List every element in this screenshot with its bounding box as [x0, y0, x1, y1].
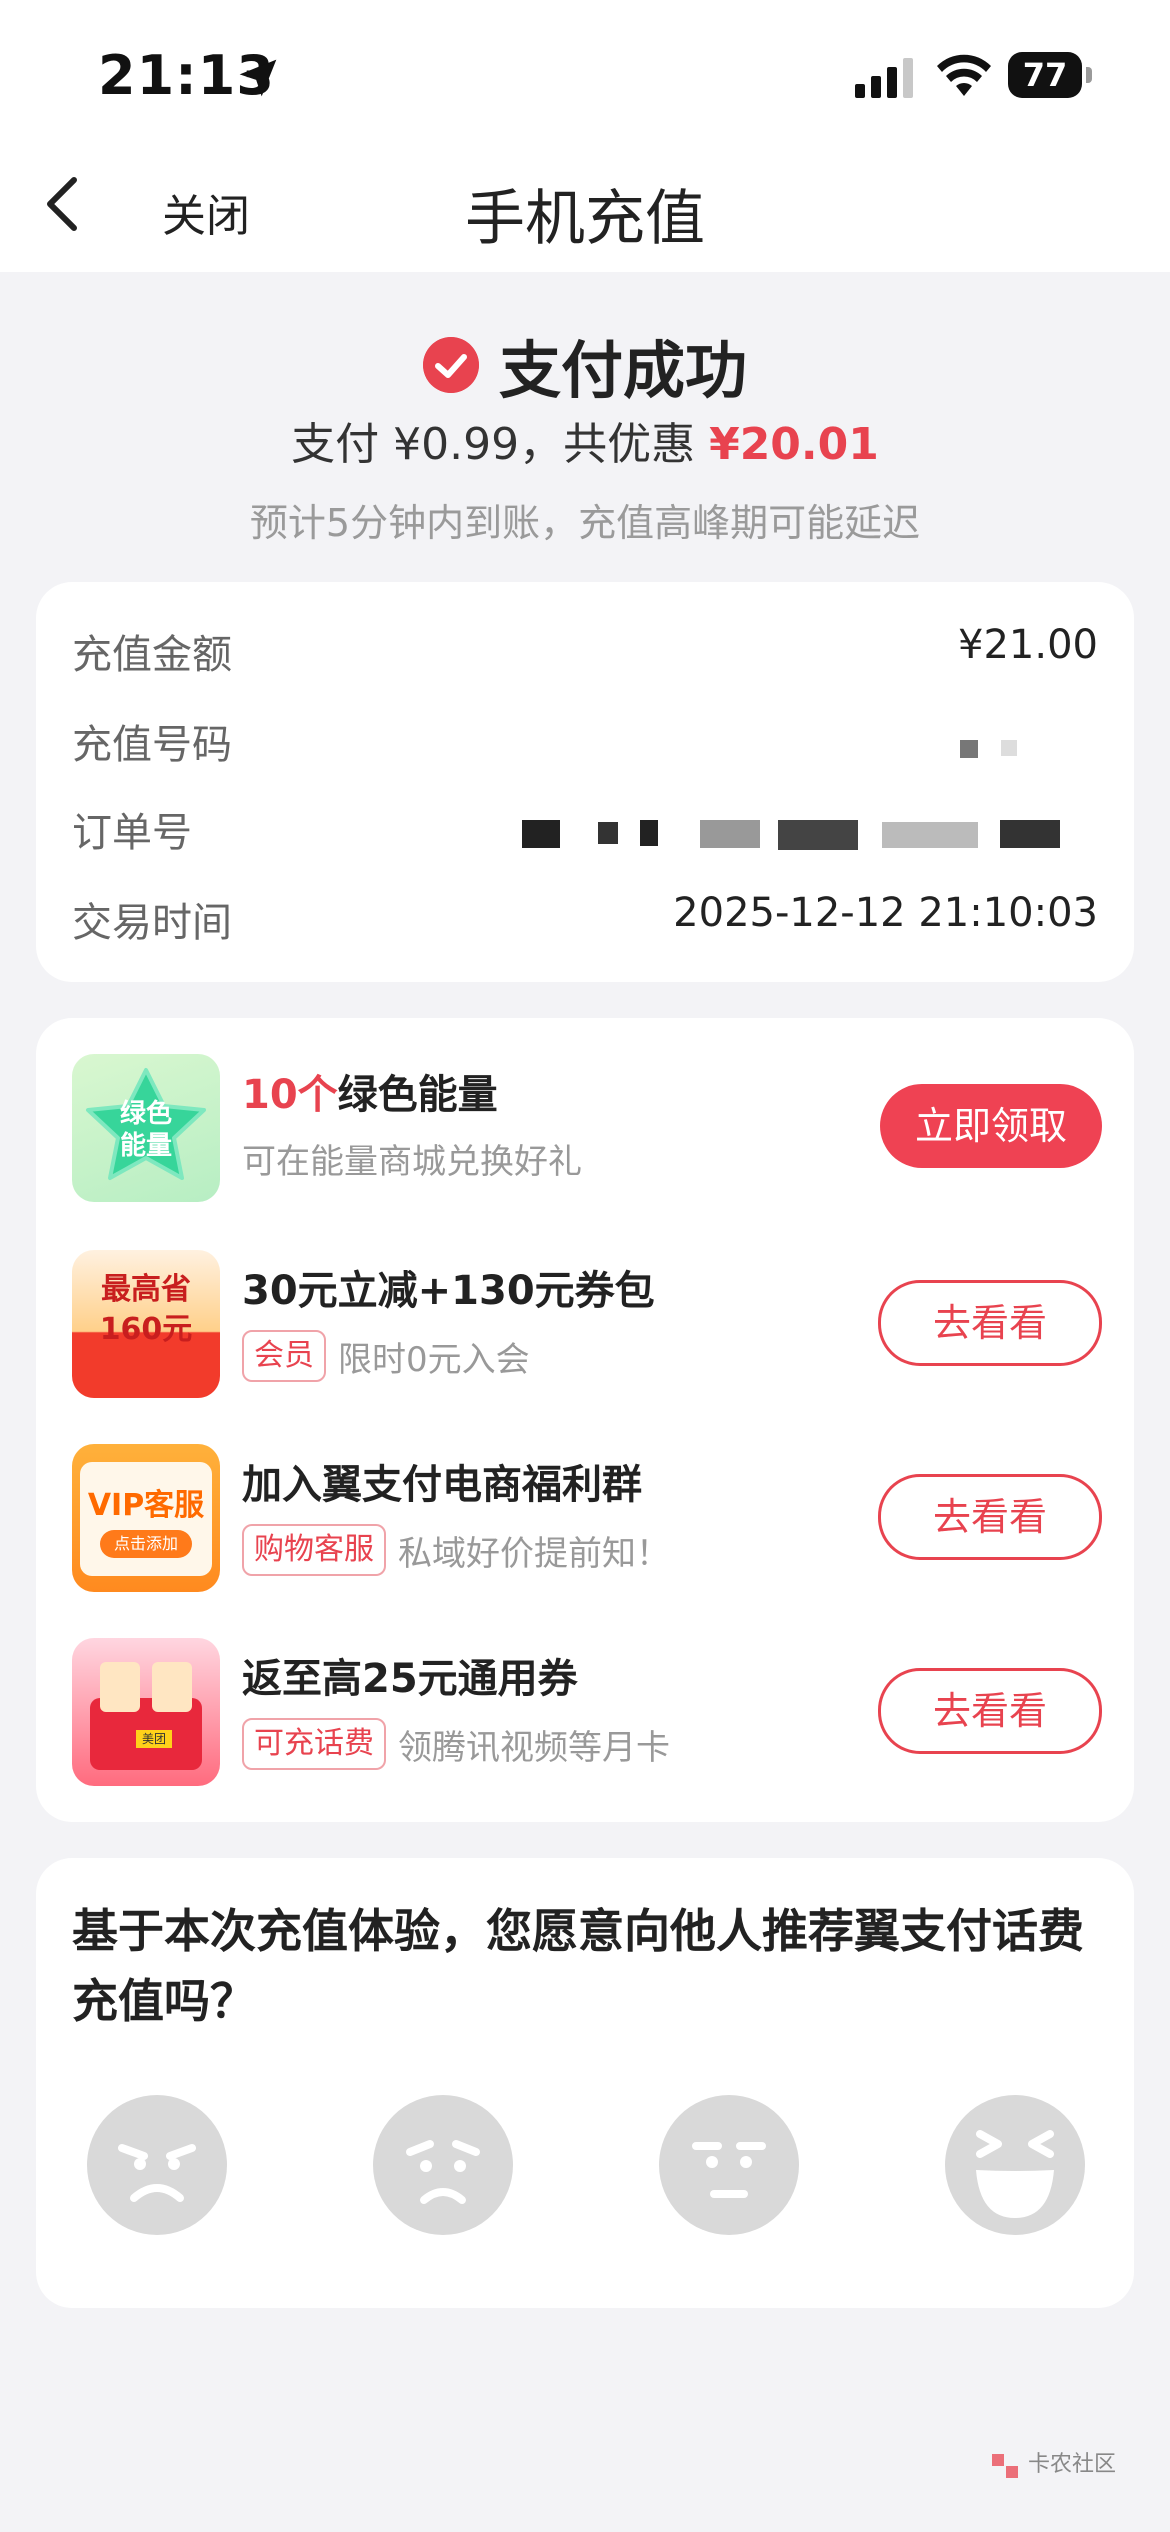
promo-title: 10个绿色能量: [242, 1062, 498, 1120]
view-button[interactable]: 去看看: [878, 1474, 1102, 1560]
battery-level: 77: [1008, 52, 1082, 98]
promo-title: 加入翼支付电商福利群: [242, 1462, 642, 1508]
payment-result: 支付成功: [0, 320, 1170, 407]
order-number-label: 订单号: [72, 810, 192, 856]
save-160-image-label: 最高省160元: [99, 1272, 193, 1347]
save-160-image: 最高省160元: [72, 1250, 220, 1398]
view-button[interactable]: 去看看: [878, 1668, 1102, 1754]
coupon-gift-image-label: 美团: [136, 1730, 172, 1748]
payment-summary: 支付 ¥0.99，共优惠 ¥20.01: [0, 408, 1170, 472]
coupon-gift-image: 美团: [72, 1638, 220, 1786]
survey-question: 基于本次充值体验，您愿意向他人推荐翼支付话费充值吗？: [72, 1904, 1084, 2028]
page-title: 手机充值: [465, 184, 705, 254]
number-label: 充值号码: [72, 722, 232, 768]
pay-prefix: 支付: [291, 419, 394, 470]
order-info-card: 充值金额 ¥21.00 充值号码 订单号 交易时间 2025-12-12 21:…: [36, 582, 1134, 982]
success-title: 支付成功: [498, 334, 747, 407]
promo-item[interactable]: VIP客服 点击添加 加入翼支付电商福利群 购物客服 私域好价提前知！ 去看看: [72, 1444, 1102, 1594]
amount-label: 充值金额: [72, 632, 232, 678]
promo-subtitle: 可在能量商城兑换好礼: [242, 1142, 582, 1182]
discount-amount: ¥20.01: [709, 419, 879, 470]
location-arrow-icon: [239, 59, 277, 97]
battery-cap: [1086, 67, 1092, 83]
promo-subtitle: 私域好价提前知！: [398, 1533, 670, 1574]
watermark-icon: [992, 2454, 1018, 2478]
watermark-logo: 卡农社区: [988, 2444, 1138, 2488]
green-energy-image: 绿色 能量: [72, 1054, 220, 1202]
promo-title-highlight: 10个: [242, 1072, 338, 1118]
arrival-eta: 预计5分钟内到账，充值高峰期可能延迟: [249, 501, 921, 545]
vip-service-image-label: VIP客服: [87, 1488, 205, 1523]
neutral-face-icon[interactable]: [658, 2094, 800, 2236]
time-label: 交易时间: [72, 900, 232, 946]
promo-item[interactable]: 绿色 能量 10个绿色能量 可在能量商城兑换好礼 立即领取: [72, 1054, 1102, 1204]
amount-value: ¥21.00: [958, 622, 1098, 668]
wifi-icon: [937, 54, 991, 96]
time-value: 2025-12-12 21:10:03: [673, 890, 1098, 936]
green-energy-image-label: 绿色 能量: [119, 1099, 172, 1161]
promo-subtitle: 领腾讯视频等月卡: [398, 1727, 670, 1768]
sad-face-icon[interactable]: [372, 2094, 514, 2236]
promo-subtitle-row: 可充话费 领腾讯视频等月卡: [242, 1718, 670, 1770]
promo-title: 30元立减+130元券包: [242, 1268, 655, 1314]
recommend-survey-card: 基于本次充值体验，您愿意向他人推荐翼支付话费充值吗？: [36, 1858, 1134, 2308]
laughing-face-icon[interactable]: [944, 2094, 1086, 2236]
cellular-signal-icon: [855, 58, 913, 98]
pay-amount: ¥0.99: [393, 419, 520, 470]
promo-item[interactable]: 美团 返至高25元通用券 可充话费 领腾讯视频等月卡 去看看: [72, 1638, 1102, 1788]
promo-subtitle-row: 购物客服 私域好价提前知！: [242, 1524, 670, 1576]
promo-title-text: 绿色能量: [337, 1072, 498, 1118]
battery-icon: 77: [1008, 52, 1092, 98]
success-check-icon: [422, 337, 479, 393]
angry-face-icon[interactable]: [86, 2094, 228, 2236]
phone-credit-tag: 可充话费: [242, 1718, 386, 1770]
promo-item[interactable]: 最高省160元 30元立减+130元券包 会员 限时0元入会 去看看: [72, 1250, 1102, 1400]
promo-subtitle-row: 会员 限时0元入会: [242, 1330, 530, 1382]
vip-service-image-tag: 点击添加: [100, 1530, 192, 1558]
promotions-card: 绿色 能量 10个绿色能量 可在能量商城兑换好礼 立即领取 最高省160元 30…: [36, 1018, 1134, 1822]
promo-subtitle: 限时0元入会: [338, 1339, 530, 1380]
member-tag: 会员: [242, 1330, 326, 1382]
claim-now-button[interactable]: 立即领取: [880, 1084, 1102, 1168]
discount-prefix: ，共优惠: [519, 419, 710, 470]
vip-service-image: VIP客服 点击添加: [72, 1444, 220, 1592]
view-button[interactable]: 去看看: [878, 1280, 1102, 1366]
shopping-service-tag: 购物客服: [242, 1524, 386, 1576]
promo-title: 返至高25元通用券: [242, 1656, 578, 1702]
watermark-text: 卡农社区: [1028, 2452, 1117, 2477]
